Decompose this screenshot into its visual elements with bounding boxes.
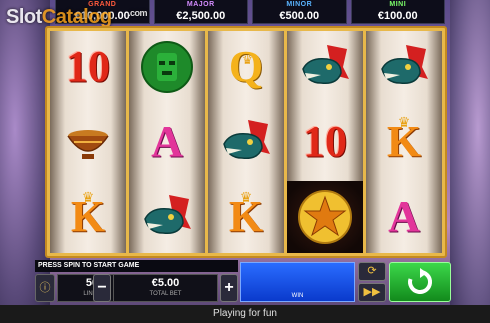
mask-icon — [141, 41, 193, 93]
reel-cell — [208, 106, 284, 178]
fast-forward-icon: ▶▶ — [363, 286, 381, 298]
spin-button[interactable] — [389, 262, 451, 302]
background-right — [450, 0, 490, 323]
total-bet-display: €5.00 TOTAL BET — [113, 274, 218, 302]
bet-label: TOTAL BET — [149, 291, 182, 297]
jackpot-value: €100.00 — [377, 10, 418, 22]
symbol-a: A — [151, 117, 183, 166]
jackpot-minor: MINOR €500.00 — [252, 0, 347, 24]
jackpot-mini: MINI €100.00 — [350, 0, 445, 24]
footer-status: Playing for fun — [0, 305, 490, 323]
reel-cell — [129, 181, 205, 253]
reel-cell — [287, 181, 363, 253]
crown-icon: ♛ — [239, 189, 253, 205]
reels-frame: 10 K ♛ A Q ♛ K ♛ 10 K ♛ A — [45, 26, 447, 258]
serpent-icon — [144, 195, 191, 235]
serpent-icon — [381, 45, 428, 85]
bet-increase-button[interactable]: + — [220, 274, 238, 302]
info-button[interactable]: ⓘ — [35, 274, 55, 302]
reel-cell — [366, 31, 442, 103]
reel-cell: Q ♛ — [208, 31, 284, 103]
win-label: WIN — [291, 293, 304, 299]
autoplay-button[interactable]: ⟳ — [358, 262, 386, 281]
reel-3: Q ♛ K ♛ — [208, 31, 284, 253]
bet-value: €5.00 — [151, 277, 180, 289]
reel-cell: A — [366, 181, 442, 253]
symbol-10: 10 — [303, 117, 347, 166]
reel-cell — [287, 31, 363, 103]
watermark-slot: Slot — [6, 6, 42, 28]
watermark-catalog: Catalog — [41, 6, 112, 28]
reel-cell: 10 — [287, 106, 363, 178]
jackpot-name: MINI — [389, 1, 407, 8]
autoplay-icon: ⟳ — [367, 265, 377, 277]
serpent-icon — [302, 45, 349, 85]
reel-5: K ♛ A — [366, 31, 442, 253]
reel-cell: K ♛ — [366, 106, 442, 178]
jackpot-bar: GRAND €10,000.00 MAJOR €2,500.00 MINOR €… — [55, 0, 445, 24]
symbol-q: Q — [228, 42, 264, 91]
game-message: PRESS SPIN TO START GAME — [35, 260, 238, 272]
jackpot-name: MAJOR — [186, 1, 215, 8]
reel-cell — [50, 106, 126, 178]
reel-cell — [129, 31, 205, 103]
jackpot-name: MINOR — [286, 1, 313, 8]
reel-cell: 10 — [50, 31, 126, 103]
reel-2: A — [129, 31, 205, 253]
spin-icon — [408, 268, 433, 294]
turbo-button[interactable]: ▶▶ — [358, 283, 386, 302]
crown-icon: ♛ — [397, 114, 411, 130]
bet-decrease-button[interactable]: − — [93, 274, 111, 302]
bowl-icon — [67, 130, 109, 159]
win-display: WIN — [240, 262, 355, 302]
symbol-10: 10 — [66, 42, 110, 91]
jackpot-value: €500.00 — [279, 10, 320, 22]
crown-icon: ♛ — [242, 53, 253, 67]
reel-cell: K ♛ — [208, 181, 284, 253]
reel-1: 10 K ♛ — [50, 31, 126, 253]
crown-icon: ♛ — [81, 189, 95, 205]
info-icon: ⓘ — [39, 282, 51, 294]
serpent-icon — [223, 120, 270, 160]
jackpot-major: MAJOR €2,500.00 — [153, 0, 248, 24]
watermark-dotcom: .com — [128, 8, 148, 18]
reel-cell: K ♛ — [50, 181, 126, 253]
control-panel: PRESS SPIN TO START GAME ⓘ 50 LINES − €5… — [35, 260, 455, 304]
jackpot-value: €2,500.00 — [176, 10, 226, 22]
star-icon — [298, 190, 352, 244]
reels-area: 10 K ♛ A Q ♛ K ♛ 10 K ♛ A — [50, 31, 442, 253]
reel-4: 10 — [287, 31, 363, 253]
reel-cell: A — [129, 106, 205, 178]
symbol-a: A — [388, 192, 420, 241]
